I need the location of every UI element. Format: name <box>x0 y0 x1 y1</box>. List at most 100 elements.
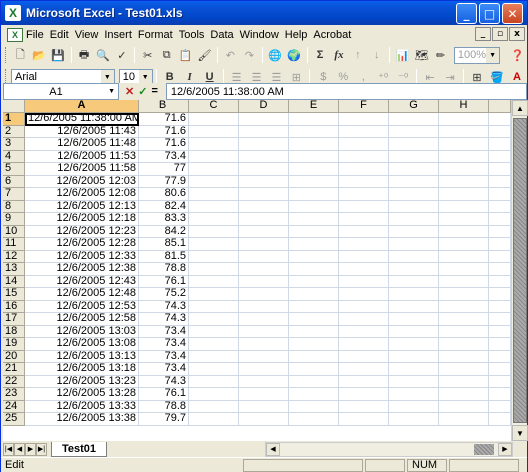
cell-b[interactable]: 71.6 <box>139 113 189 126</box>
horizontal-scrollbar[interactable]: ◀ ▶ <box>265 441 513 457</box>
row-header[interactable]: 16 <box>3 300 25 313</box>
cell-f[interactable] <box>339 263 389 276</box>
cell-d[interactable] <box>239 400 289 413</box>
row-header[interactable]: 13 <box>3 263 25 276</box>
cell-h[interactable] <box>439 313 489 326</box>
cell-e[interactable] <box>289 325 339 338</box>
cell-g[interactable] <box>389 325 439 338</box>
cell-c[interactable] <box>189 388 239 401</box>
scroll-left-icon[interactable]: ◀ <box>266 442 280 456</box>
scroll-right-icon[interactable]: ▶ <box>498 442 512 456</box>
cell-b[interactable]: 82.4 <box>139 200 189 213</box>
cell-d[interactable] <box>239 363 289 376</box>
cell-h[interactable] <box>439 325 489 338</box>
cell-a[interactable]: 12/6/2005 13:08 <box>25 338 139 351</box>
cell-d[interactable] <box>239 225 289 238</box>
cell-c[interactable] <box>189 125 239 138</box>
column-header-b[interactable]: B <box>139 100 189 113</box>
cell-c[interactable] <box>189 225 239 238</box>
cell-g[interactable] <box>389 225 439 238</box>
cell-i[interactable] <box>489 200 511 213</box>
cell-d[interactable] <box>239 175 289 188</box>
function-icon[interactable]: fx <box>329 46 348 65</box>
cell-f[interactable] <box>339 213 389 226</box>
column-header-g[interactable]: G <box>389 100 439 113</box>
cell-c[interactable] <box>189 250 239 263</box>
cell-h[interactable] <box>439 238 489 251</box>
cell-f[interactable] <box>339 238 389 251</box>
cell-b[interactable]: 85.1 <box>139 238 189 251</box>
row-header[interactable]: 19 <box>3 338 25 351</box>
cell-a[interactable]: 12/6/2005 12:53 <box>25 300 139 313</box>
cell-c[interactable] <box>189 413 239 426</box>
cell-h[interactable] <box>439 413 489 426</box>
cell-f[interactable] <box>339 163 389 176</box>
cell-f[interactable] <box>339 175 389 188</box>
cell-i[interactable] <box>489 225 511 238</box>
menu-file[interactable]: File <box>23 29 47 41</box>
cell-h[interactable] <box>439 225 489 238</box>
sort-descending-icon[interactable]: ↓ <box>367 46 386 65</box>
cell-b[interactable]: 73.4 <box>139 338 189 351</box>
row-header[interactable]: 10 <box>3 225 25 238</box>
menu-help[interactable]: Help <box>282 29 311 41</box>
cell-g[interactable] <box>389 113 439 126</box>
cell-c[interactable] <box>189 138 239 151</box>
menu-acrobat[interactable]: Acrobat <box>310 29 354 41</box>
cell-e[interactable] <box>289 263 339 276</box>
cell-a[interactable]: 12/6/2005 12:08 <box>25 188 139 201</box>
cell-b[interactable]: 77 <box>139 163 189 176</box>
cell-d[interactable] <box>239 288 289 301</box>
cell-d[interactable] <box>239 125 289 138</box>
chart-wizard-icon[interactable]: 📊 <box>393 46 412 65</box>
cell-g[interactable] <box>389 138 439 151</box>
cell-d[interactable] <box>239 350 289 363</box>
row-header[interactable]: 8 <box>3 200 25 213</box>
cell-a[interactable]: 12/6/2005 13:13 <box>25 350 139 363</box>
cell-c[interactable] <box>189 188 239 201</box>
sheet-tab-test01[interactable]: Test01 <box>51 441 108 457</box>
cell-e[interactable] <box>289 275 339 288</box>
scroll-up-icon[interactable]: ▲ <box>512 100 528 116</box>
cell-e[interactable] <box>289 300 339 313</box>
cell-f[interactable] <box>339 388 389 401</box>
cell-h[interactable] <box>439 163 489 176</box>
cell-d[interactable] <box>239 213 289 226</box>
menu-window[interactable]: Window <box>237 29 282 41</box>
cell-e[interactable] <box>289 175 339 188</box>
cell-e[interactable] <box>289 163 339 176</box>
cell-c[interactable] <box>189 163 239 176</box>
cell-a[interactable]: 12/6/2005 11:43 <box>25 125 139 138</box>
cell-c[interactable] <box>189 238 239 251</box>
cell-b[interactable]: 74.3 <box>139 313 189 326</box>
cell-a[interactable]: 12/6/2005 11:48 <box>25 138 139 151</box>
close-button[interactable]: ✕ <box>502 3 523 24</box>
cell-d[interactable] <box>239 300 289 313</box>
cell-g[interactable] <box>389 238 439 251</box>
column-header-h[interactable]: H <box>439 100 489 113</box>
cell-h[interactable] <box>439 113 489 126</box>
cell-f[interactable] <box>339 113 389 126</box>
first-sheet-icon[interactable]: |◀ <box>3 442 14 456</box>
row-header[interactable]: 7 <box>3 188 25 201</box>
cell-b[interactable]: 75.2 <box>139 288 189 301</box>
cell-f[interactable] <box>339 350 389 363</box>
column-header-a[interactable]: A <box>25 100 139 113</box>
cell-e[interactable] <box>289 363 339 376</box>
cell-e[interactable] <box>289 250 339 263</box>
maximize-button[interactable]: □ <box>479 3 500 24</box>
cell-b[interactable]: 76.1 <box>139 388 189 401</box>
cell-i[interactable] <box>489 313 511 326</box>
cell-a[interactable]: 12/6/2005 13:28 <box>25 388 139 401</box>
cell-e[interactable] <box>289 413 339 426</box>
cell-g[interactable] <box>389 150 439 163</box>
cell-i[interactable] <box>489 338 511 351</box>
formula-input[interactable]: 12/6/2005 11:38:00 AM <box>165 83 527 100</box>
cell-b[interactable]: 79.7 <box>139 413 189 426</box>
row-header[interactable]: 23 <box>3 388 25 401</box>
cell-a[interactable]: 12/6/2005 13:18 <box>25 363 139 376</box>
cell-d[interactable] <box>239 188 289 201</box>
cell-d[interactable] <box>239 113 289 126</box>
cell-d[interactable] <box>239 138 289 151</box>
cell-f[interactable] <box>339 225 389 238</box>
